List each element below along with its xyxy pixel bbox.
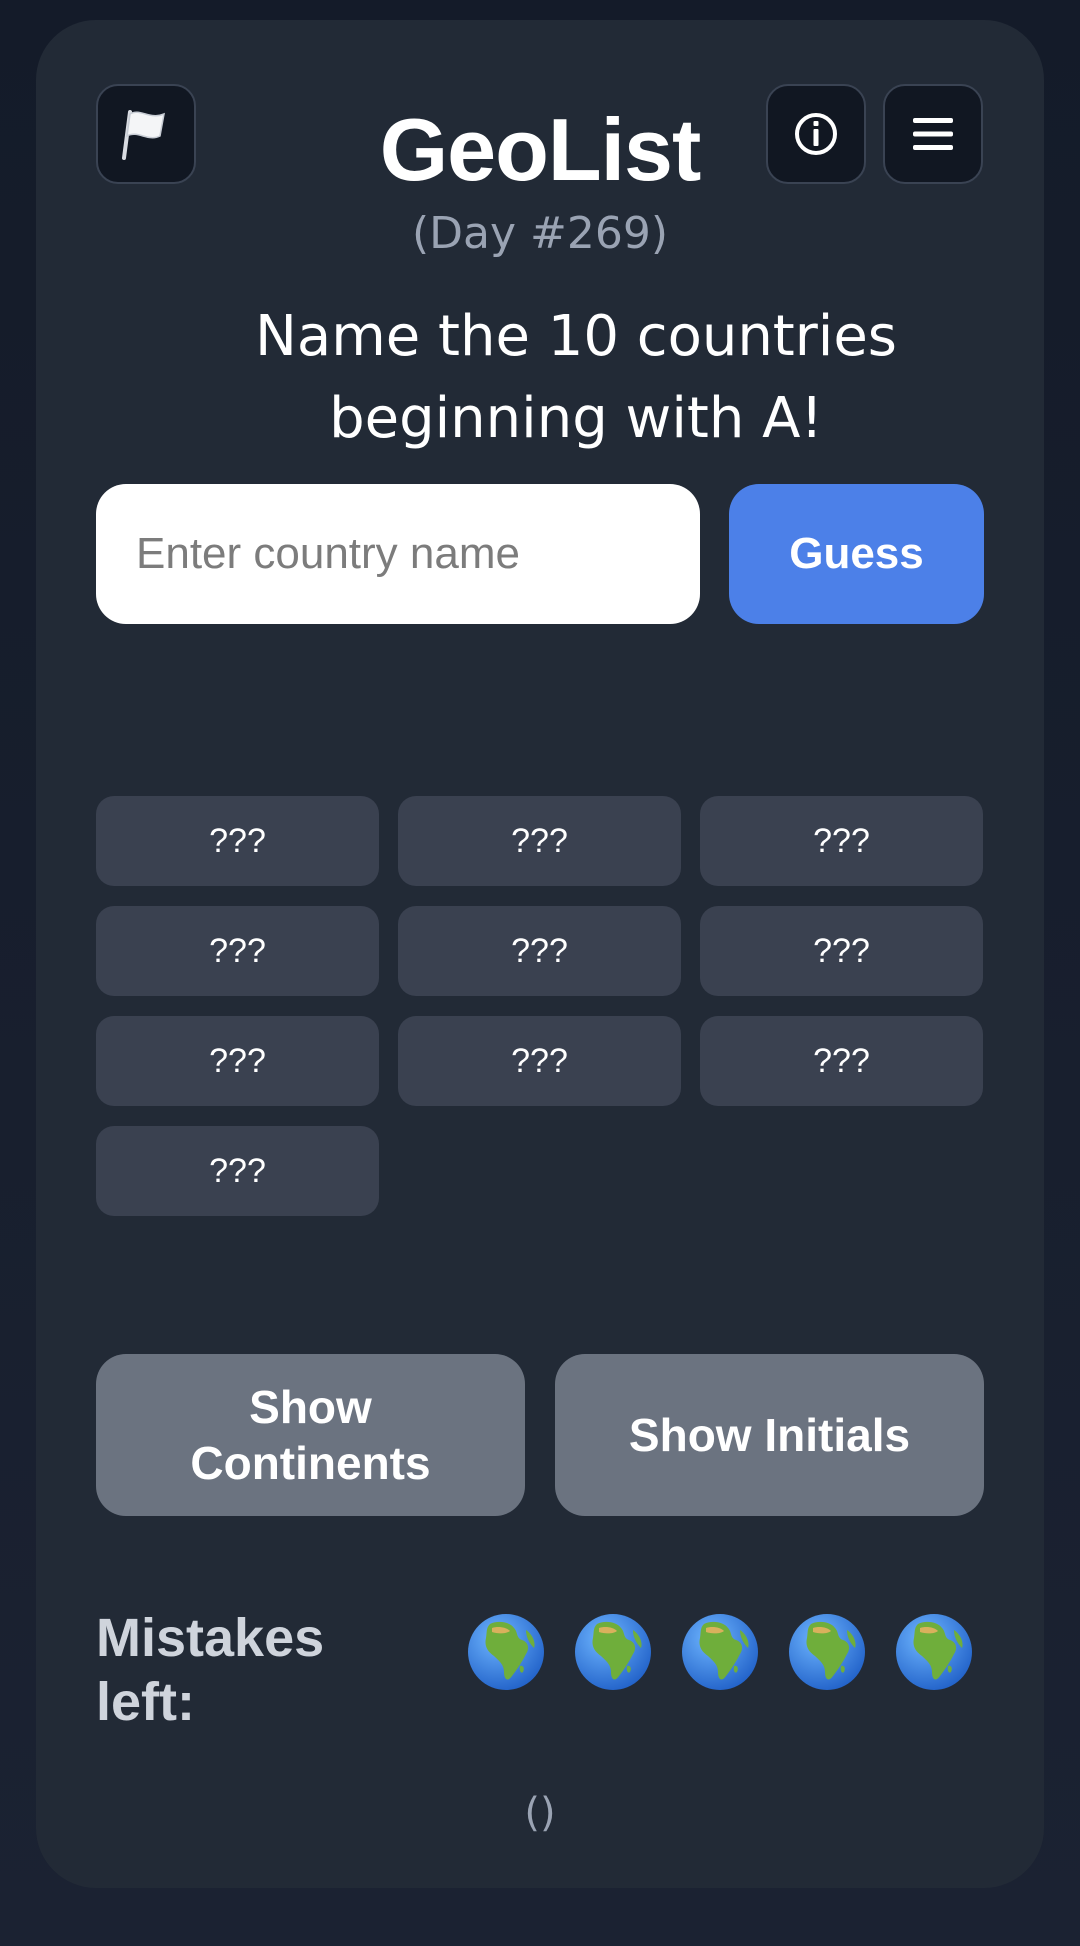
globe-africa-icon bbox=[682, 1614, 758, 1690]
globe-africa-icon bbox=[789, 1614, 865, 1690]
day-number: (Day #269) bbox=[411, 208, 669, 259]
answer-slot: ??? bbox=[398, 796, 681, 886]
answer-slot: ??? bbox=[96, 906, 379, 996]
guess-button[interactable]: Guess bbox=[729, 484, 984, 624]
country-input[interactable] bbox=[96, 484, 700, 624]
answer-slot: ??? bbox=[398, 906, 681, 996]
game-prompt: Name the 10 countries beginning with A! bbox=[255, 304, 897, 451]
game-card: GeoList (Day #269) Name the 10 countries… bbox=[36, 20, 1044, 1888]
answer-slot: ??? bbox=[700, 906, 983, 996]
info-button[interactable] bbox=[766, 84, 866, 184]
globe-africa-icon bbox=[575, 1614, 651, 1690]
info-circle-icon bbox=[795, 113, 837, 155]
globe-africa-icon bbox=[468, 1614, 544, 1690]
answer-slot: ??? bbox=[700, 1016, 983, 1106]
globe-africa-icon bbox=[896, 1614, 972, 1690]
mistakes-left-label: Mistakes left: bbox=[96, 1608, 325, 1732]
answer-slot: ??? bbox=[96, 1126, 379, 1216]
menu-button[interactable] bbox=[883, 84, 983, 184]
hamburger-menu-icon bbox=[913, 118, 953, 150]
show-continents-button[interactable]: Show Continents bbox=[96, 1354, 525, 1516]
answer-slot: ??? bbox=[700, 796, 983, 886]
answer-slot: ??? bbox=[96, 1016, 379, 1106]
footer-text: () bbox=[524, 1790, 556, 1836]
answer-slot: ??? bbox=[398, 1016, 681, 1106]
answer-slot: ??? bbox=[96, 796, 379, 886]
show-initials-button[interactable]: Show Initials bbox=[555, 1354, 984, 1516]
